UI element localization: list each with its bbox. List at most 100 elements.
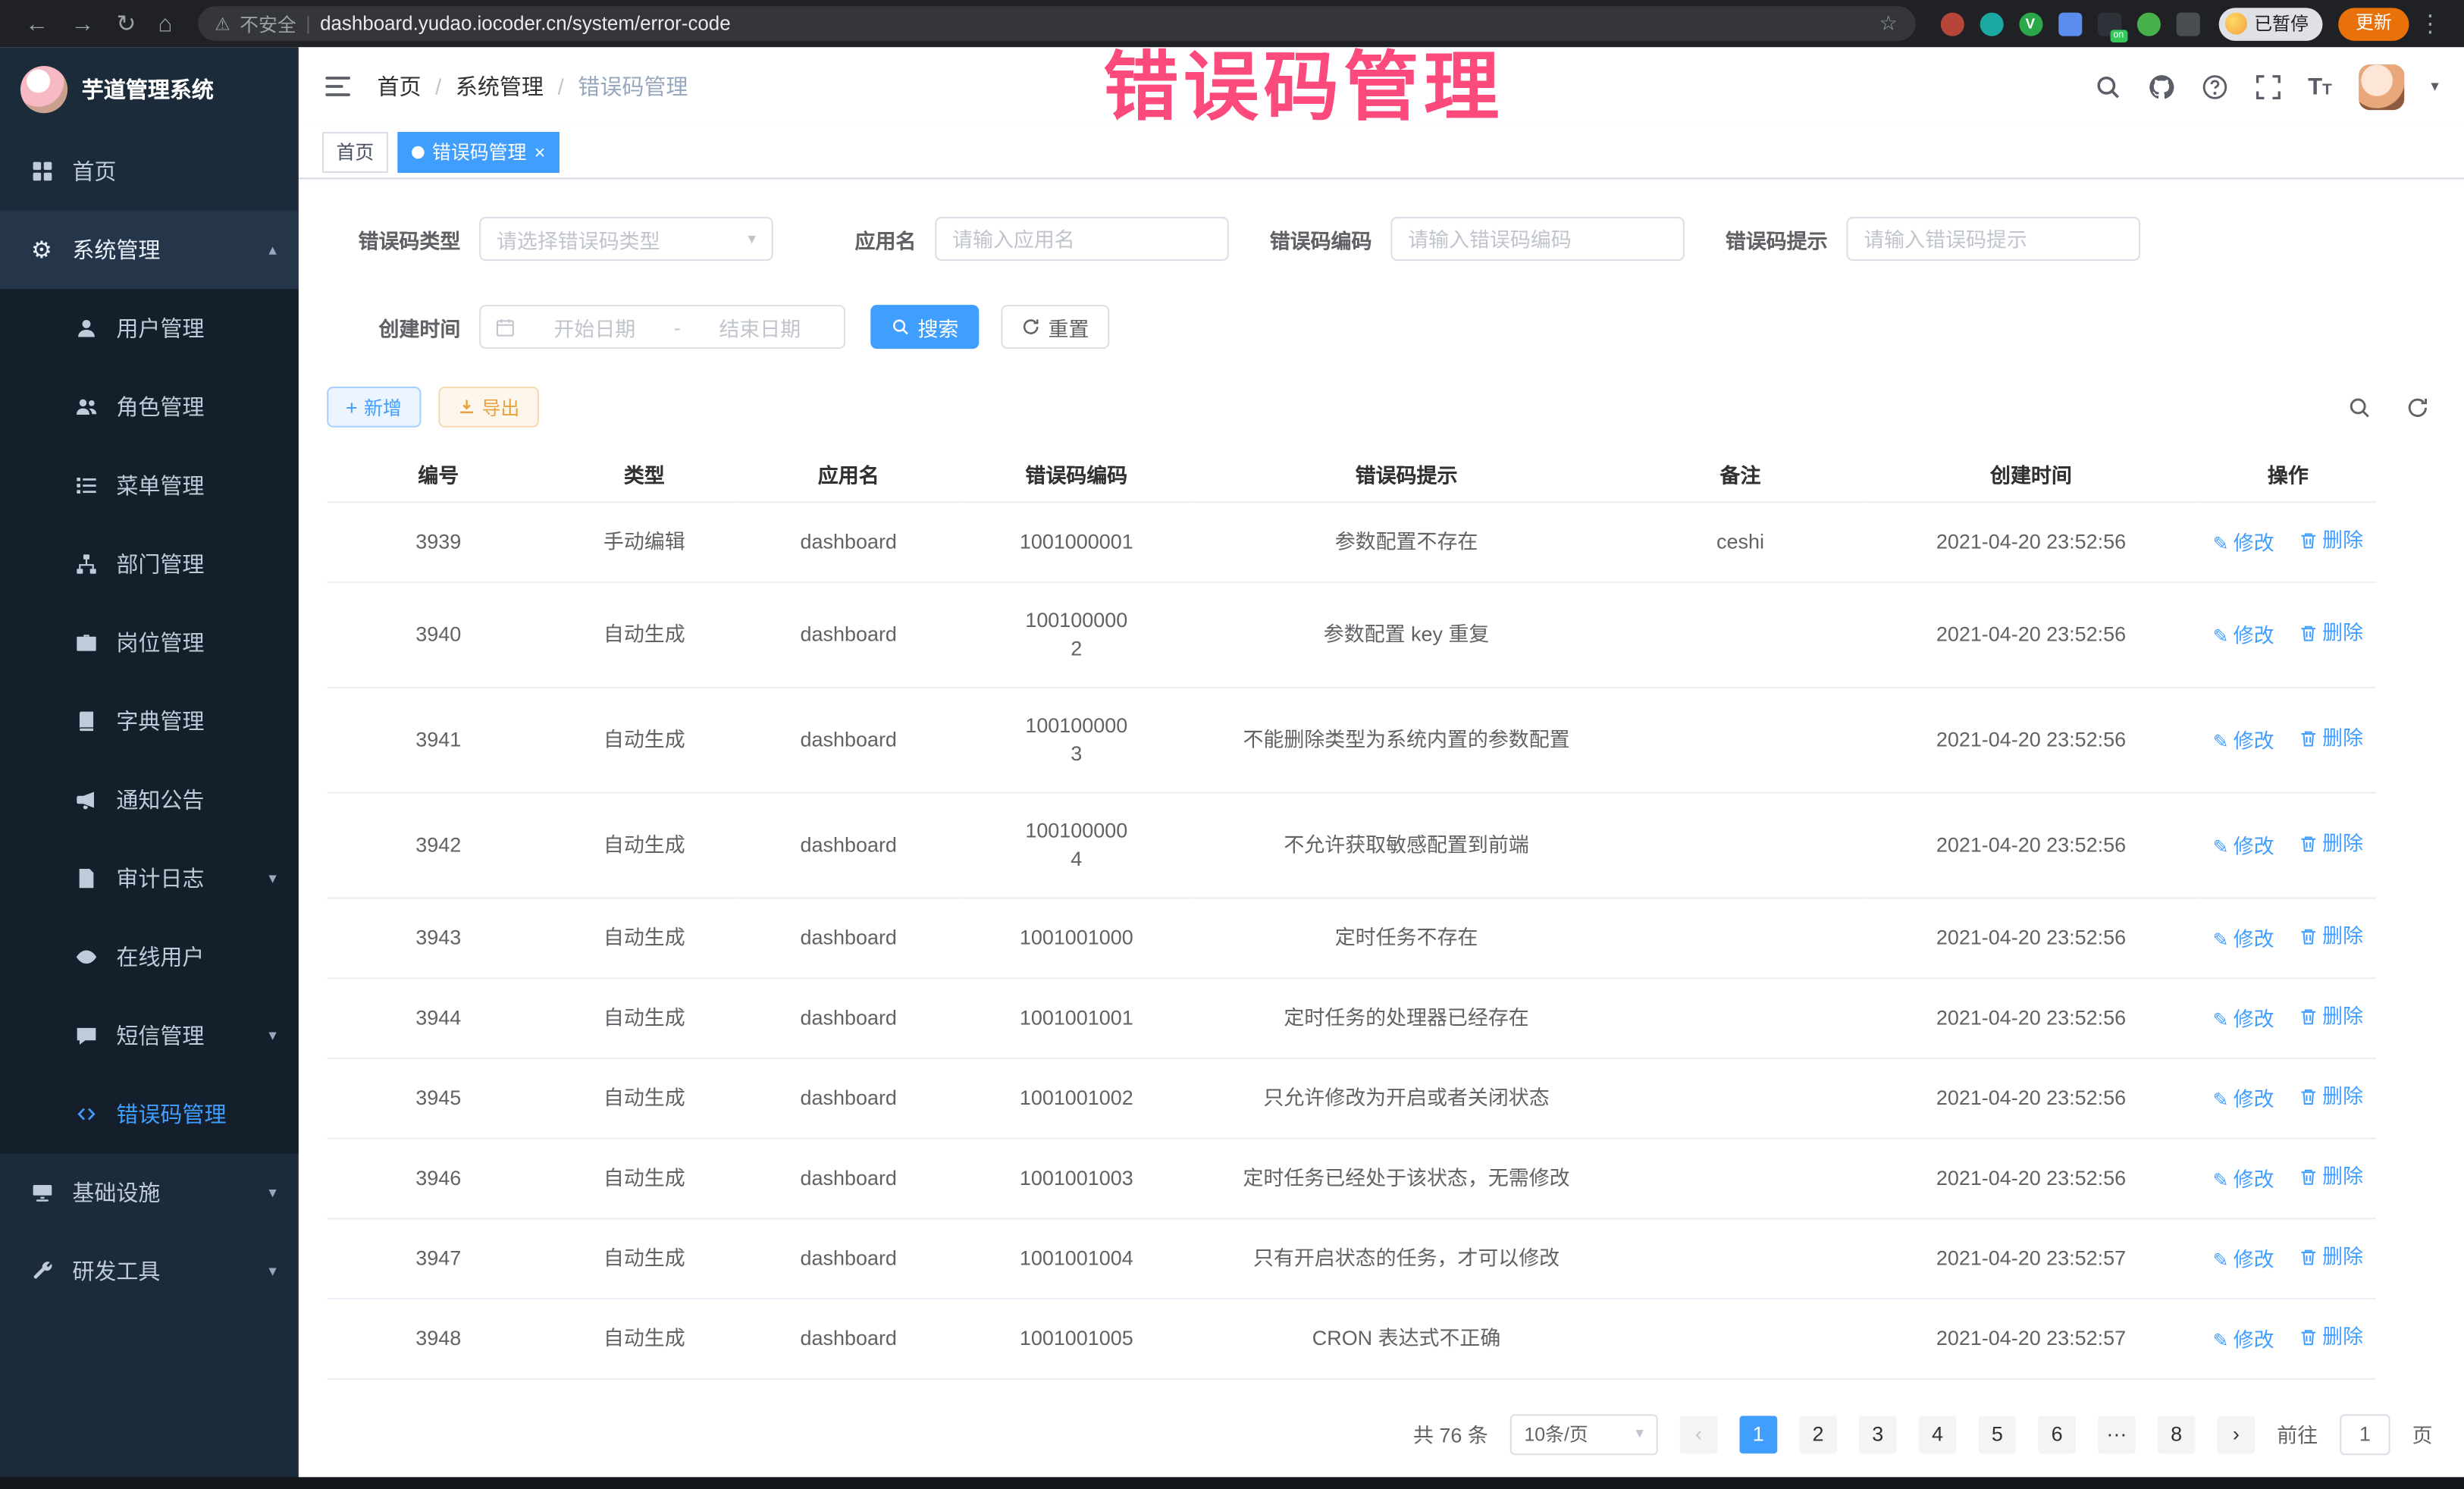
cell-app-name: dashboard (738, 501, 958, 581)
sidebar-item-notice[interactable]: 通知公告 (0, 760, 299, 839)
search-button[interactable]: 搜索 (870, 305, 979, 349)
hamburger-icon[interactable] (324, 72, 352, 100)
delete-link[interactable]: 删除 (2299, 829, 2363, 857)
prev-page-button[interactable]: ‹ (1680, 1415, 1718, 1453)
delete-link[interactable]: 删除 (2299, 1242, 2363, 1270)
delete-icon (2299, 729, 2318, 748)
edit-link[interactable]: ✎ 修改 (2213, 622, 2274, 650)
avatar-dropdown-icon[interactable]: ▾ (2431, 78, 2438, 96)
cell-create-time: 2021-04-20 23:52:57 (1862, 1298, 2200, 1378)
delete-link[interactable]: 删除 (2299, 619, 2363, 647)
reset-button[interactable]: 重置 (1001, 305, 1109, 349)
sidebar-item-audit-log[interactable]: 审计日志 ▾ (0, 839, 299, 918)
app-logo[interactable]: 芋道管理系统 (0, 47, 299, 132)
pager-page-button[interactable]: 6 (2038, 1415, 2076, 1453)
sidebar-item-home[interactable]: 首页 (0, 132, 299, 211)
error-hint-input[interactable] (1846, 217, 2140, 261)
extension-icon[interactable]: V (2018, 12, 2042, 36)
pinned-extension-icon[interactable] (2176, 12, 2199, 36)
sidebar-item-infrastructure[interactable]: 基础设施 ▾ (0, 1153, 299, 1232)
delete-link[interactable]: 删除 (2299, 1162, 2363, 1190)
edit-link[interactable]: ✎ 修改 (2213, 1165, 2274, 1193)
select-placeholder: 请选择错误码类型 (497, 224, 660, 253)
date-range-picker[interactable]: 开始日期 - 结束日期 (479, 305, 845, 349)
edit-link[interactable]: ✎ 修改 (2213, 727, 2274, 755)
help-icon[interactable] (2201, 73, 2227, 99)
search-icon[interactable] (2094, 73, 2121, 99)
sidebar-item-online-users[interactable]: 在线用户 (0, 917, 299, 996)
sidebar-item-error-code[interactable]: 错误码管理 (0, 1075, 299, 1154)
next-page-button[interactable]: › (2218, 1415, 2256, 1453)
update-button[interactable]: 更新 (2338, 7, 2409, 40)
delete-label: 删除 (2322, 1082, 2363, 1110)
sidebar-item-post-mgmt[interactable]: 岗位管理 (0, 603, 299, 682)
export-button[interactable]: 导出 (437, 387, 538, 428)
page-size-select[interactable]: 10条/页 ▾ (1510, 1413, 1658, 1454)
fullscreen-icon[interactable] (2255, 73, 2281, 99)
delete-label: 删除 (2322, 1162, 2363, 1190)
pager-page-button[interactable]: 5 (1978, 1415, 2016, 1453)
pager-page-button[interactable]: 2 (1799, 1415, 1837, 1453)
sidebar-item-user-mgmt[interactable]: 用户管理 (0, 289, 299, 368)
edit-link[interactable]: ✎ 修改 (2213, 1085, 2274, 1113)
app-name-input[interactable] (935, 217, 1229, 261)
font-size-icon[interactable]: TT (2308, 73, 2332, 99)
pager-page-button[interactable]: 1 (1739, 1415, 1777, 1453)
back-icon[interactable]: ← (16, 12, 58, 36)
add-button[interactable]: + 新增 (327, 387, 421, 428)
close-tab-icon[interactable]: × (534, 143, 546, 161)
delete-link[interactable]: 删除 (2299, 1322, 2363, 1350)
edit-link[interactable]: ✎ 修改 (2213, 1325, 2274, 1353)
org-tree-icon (72, 553, 99, 575)
search-toggle-button[interactable] (2348, 395, 2372, 418)
delete-link[interactable]: 删除 (2299, 525, 2363, 553)
eye-icon (72, 946, 99, 968)
sidebar-item-system[interactable]: ⚙ 系统管理 ▴ (0, 211, 299, 290)
sidebar-item-menu-mgmt[interactable]: 菜单管理 (0, 447, 299, 525)
pager-page-button[interactable]: 8 (2158, 1415, 2196, 1453)
edit-link[interactable]: ✎ 修改 (2213, 528, 2274, 556)
breadcrumb-item[interactable]: 首页 (377, 71, 421, 102)
extension-icon[interactable] (2136, 12, 2160, 36)
forward-icon[interactable]: → (61, 12, 104, 36)
delete-link[interactable]: 删除 (2299, 723, 2363, 751)
chrome-menu-icon[interactable]: ⋮ (2412, 12, 2449, 36)
error-type-select[interactable]: 请选择错误码类型 ▾ (479, 217, 773, 261)
delete-link[interactable]: 删除 (2299, 922, 2363, 950)
extension-icon[interactable] (1980, 12, 2003, 36)
sidebar-item-devtools[interactable]: 研发工具 ▾ (0, 1232, 299, 1311)
delete-link[interactable]: 删除 (2299, 1002, 2363, 1030)
edit-link[interactable]: ✎ 修改 (2213, 1005, 2274, 1033)
cell-app-name: dashboard (738, 1138, 958, 1218)
sidebar-item-sms-mgmt[interactable]: 短信管理 ▾ (0, 996, 299, 1075)
edit-link[interactable]: ✎ 修改 (2213, 832, 2274, 860)
edit-link[interactable]: ✎ 修改 (2213, 1246, 2274, 1274)
goto-label: 前往 (2277, 1419, 2318, 1449)
refresh-table-button[interactable] (2406, 395, 2429, 418)
profile-paused-badge[interactable]: 已暂停 (2218, 7, 2323, 40)
delete-link[interactable]: 删除 (2299, 1082, 2363, 1110)
sidebar-item-dept-mgmt[interactable]: 部门管理 (0, 525, 299, 603)
pager-page-button[interactable]: 4 (1919, 1415, 1957, 1453)
sidebar-item-role-mgmt[interactable]: 角色管理 (0, 368, 299, 447)
reload-icon[interactable]: ↻ (107, 12, 146, 36)
error-code-input[interactable] (1390, 217, 1685, 261)
extension-icon[interactable] (2058, 12, 2081, 36)
extension-icon[interactable] (1940, 12, 1964, 36)
sidebar-item-dict-mgmt[interactable]: 字典管理 (0, 682, 299, 761)
address-bar[interactable]: ⚠ 不安全 | dashboard.yudao.iocoder.cn/syste… (197, 6, 1914, 41)
menu-label: 首页 (72, 155, 116, 187)
user-avatar[interactable] (2359, 64, 2404, 109)
tab-home[interactable]: 首页 (322, 131, 388, 172)
home-icon[interactable]: ⌂ (149, 12, 182, 36)
extension-icon[interactable]: on (2097, 12, 2121, 36)
cell-remark (1619, 1218, 1862, 1298)
edit-link[interactable]: ✎ 修改 (2213, 925, 2274, 953)
pager-more-button[interactable]: ··· (2098, 1415, 2136, 1453)
tab-error-code[interactable]: 错误码管理 × (397, 131, 560, 172)
pager-page-button[interactable]: 3 (1859, 1415, 1897, 1453)
bookmark-star-icon[interactable]: ☆ (1879, 11, 1898, 36)
github-icon[interactable] (2148, 73, 2174, 99)
goto-page-input[interactable] (2340, 1413, 2390, 1454)
breadcrumb-item[interactable]: 系统管理 (456, 71, 544, 102)
